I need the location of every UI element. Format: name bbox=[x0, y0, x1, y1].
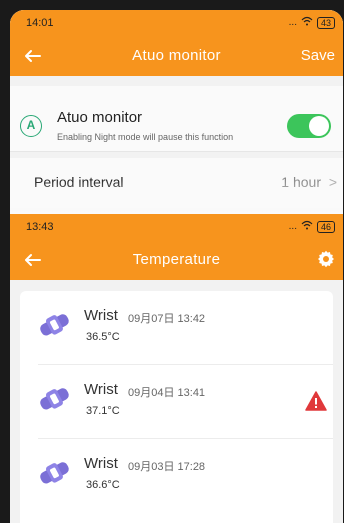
auto-monitor-screen: 14:01 ... 43 Atuo monitor Save A Atuo mo… bbox=[10, 10, 343, 214]
wifi-icon bbox=[301, 16, 313, 29]
save-button[interactable]: Save bbox=[301, 47, 335, 64]
wrist-icon bbox=[36, 384, 72, 412]
status-time: 14:01 bbox=[26, 17, 54, 29]
auto-monitor-card: A Atuo monitor Enabling Night mode will … bbox=[10, 86, 343, 152]
auto-monitor-title: Atuo monitor bbox=[57, 109, 143, 126]
list-item[interactable]: Wrist 09月03日 17:28 36.6°C bbox=[20, 439, 333, 513]
signal-icon: ... bbox=[288, 221, 297, 232]
toggle-knob bbox=[309, 116, 329, 136]
temperature-screen: 13:43 ... 46 Temperature Wrist 09月07日 13… bbox=[10, 214, 343, 523]
record-date: 09月04日 13:41 bbox=[128, 387, 206, 399]
wrist-icon bbox=[36, 458, 72, 486]
auto-monitor-toggle[interactable] bbox=[287, 114, 331, 138]
status-icons-2: ... 46 bbox=[289, 220, 335, 233]
record-name: Wrist bbox=[84, 307, 118, 324]
status-bar-2: 13:43 ... 46 bbox=[10, 214, 343, 240]
warning-icon bbox=[305, 391, 327, 411]
phone-frame: 14:01 ... 43 Atuo monitor Save A Atuo mo… bbox=[10, 10, 343, 523]
record-name: Wrist bbox=[84, 455, 118, 472]
appbar: Atuo monitor Save bbox=[10, 36, 343, 76]
record-name: Wrist bbox=[84, 381, 118, 398]
temperature-list: Wrist 09月07日 13:42 36.5°C Wrist 09月04日 1… bbox=[20, 291, 333, 523]
auto-a-icon: A bbox=[20, 115, 42, 137]
battery-icon: 43 bbox=[316, 16, 335, 29]
signal-icon: ... bbox=[288, 17, 297, 28]
record-date: 09月03日 17:28 bbox=[128, 461, 206, 473]
record-temp: 36.5°C bbox=[86, 331, 120, 343]
wrist-icon bbox=[36, 310, 72, 338]
wifi-icon bbox=[301, 220, 313, 233]
record-temp: 36.6°C bbox=[86, 479, 120, 491]
page-title-2: Temperature bbox=[132, 251, 221, 268]
status-icons: ... 43 bbox=[289, 16, 335, 29]
status-time-2: 13:43 bbox=[26, 221, 54, 233]
list-item[interactable]: Wrist 09月04日 13:41 37.1°C bbox=[20, 365, 333, 439]
record-date: 09月07日 13:42 bbox=[128, 313, 206, 325]
fade-overlay bbox=[10, 180, 343, 214]
battery-icon: 46 bbox=[316, 220, 335, 233]
list-item[interactable]: Wrist 09月07日 13:42 36.5°C bbox=[20, 291, 333, 365]
appbar-2: Temperature bbox=[10, 240, 343, 280]
record-temp: 37.1°C bbox=[86, 405, 120, 417]
page-title: Atuo monitor bbox=[132, 47, 221, 64]
status-bar: 14:01 ... 43 bbox=[10, 10, 343, 36]
gear-icon[interactable] bbox=[317, 250, 335, 268]
auto-monitor-subtitle: Enabling Night mode will pause this func… bbox=[57, 132, 234, 142]
